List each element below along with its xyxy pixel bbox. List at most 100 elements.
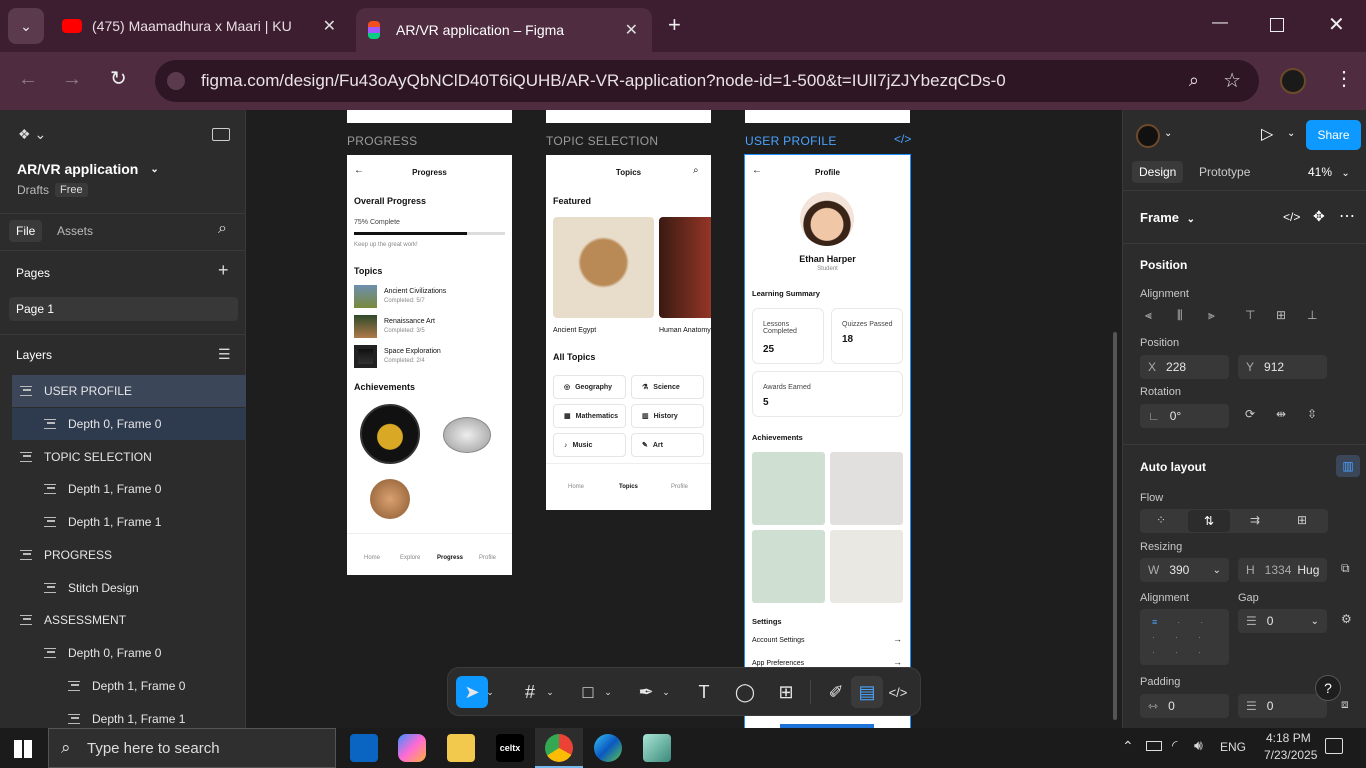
- profile-frame[interactable]: ← Profile Ethan Harper Student Learning …: [744, 154, 911, 728]
- language-indicator[interactable]: ENG: [1220, 740, 1246, 754]
- layer-user-profile[interactable]: USER PROFILE: [12, 375, 246, 407]
- frame-tool-icon[interactable]: #: [514, 676, 546, 708]
- clock-date[interactable]: 7/23/2025: [1264, 748, 1317, 762]
- app-icon[interactable]: [643, 734, 671, 762]
- file-explorer-icon[interactable]: [447, 734, 475, 762]
- rotate-icon[interactable]: ⟳: [1245, 407, 1255, 421]
- flip-vertical-icon[interactable]: ⇳: [1307, 407, 1317, 421]
- volume-icon[interactable]: 🔊︎: [1194, 737, 1203, 754]
- collapse-layers-icon[interactable]: ☰: [218, 346, 231, 363]
- pen-tool-icon[interactable]: ✒: [630, 676, 662, 708]
- wifi-icon[interactable]: ◜: [1172, 737, 1177, 754]
- topics-frame[interactable]: Topics ⌕ Featured Ancient Egypt Human An…: [546, 155, 711, 510]
- layer-stitch-design[interactable]: Stitch Design: [0, 572, 246, 604]
- share-button[interactable]: Share: [1306, 120, 1361, 150]
- rectangle-tool-icon[interactable]: □: [572, 676, 604, 708]
- flow-vertical-icon[interactable]: ⇅: [1188, 510, 1230, 532]
- layer-assessment[interactable]: ASSESSMENT: [0, 604, 246, 636]
- align-top-icon[interactable]: ⊤: [1245, 308, 1255, 322]
- layer-progress[interactable]: PROGRESS: [0, 539, 246, 571]
- chevron-down-icon[interactable]: ⌄: [544, 676, 556, 708]
- align-left-icon[interactable]: ⫷: [1145, 308, 1152, 323]
- progress-frame[interactable]: ← Progress Overall Progress 75% Complete…: [347, 155, 512, 575]
- tab-prototype[interactable]: Prototype: [1199, 165, 1250, 179]
- restore-button[interactable]: [1270, 18, 1284, 32]
- draw-mode-icon[interactable]: ✐: [820, 676, 852, 708]
- page-item[interactable]: Page 1: [9, 297, 238, 321]
- text-tool-icon[interactable]: T: [688, 676, 720, 708]
- design-mode-icon[interactable]: ▤: [851, 676, 883, 708]
- close-icon[interactable]: ✕: [323, 16, 336, 36]
- gap-field[interactable]: ☰ 0 ⌄: [1238, 609, 1327, 633]
- zoom-icon[interactable]: ⌕: [1189, 70, 1199, 91]
- height-field[interactable]: H 1334 Hug: [1238, 558, 1327, 582]
- site-info-icon[interactable]: [167, 72, 185, 90]
- tab-file[interactable]: File: [9, 220, 43, 242]
- align-middle-icon[interactable]: ⊞: [1276, 308, 1286, 322]
- flow-freeform-icon[interactable]: ⁘: [1156, 513, 1166, 527]
- constraints-icon[interactable]: ⧉: [1341, 561, 1350, 576]
- rotation-field[interactable]: ∟ 0°: [1140, 404, 1229, 428]
- autolayout-toggle-icon[interactable]: ▥: [1336, 455, 1360, 477]
- y-field[interactable]: Y 912: [1238, 355, 1327, 379]
- dev-mode-icon[interactable]: </>: [882, 676, 914, 708]
- tab-figma[interactable]: AR/VR application – Figma ✕: [356, 8, 652, 52]
- tab-youtube[interactable]: (475) Maamadhura x Maari | KU ✕: [50, 8, 350, 44]
- padding-v-field[interactable]: ☰ 0: [1238, 694, 1327, 718]
- width-field[interactable]: W 390 ⌄: [1140, 558, 1229, 582]
- layer-topic-selection[interactable]: TOPIC SELECTION: [0, 441, 246, 473]
- chevron-down-icon[interactable]: ⌄: [602, 676, 614, 708]
- tab-list-button[interactable]: ⌄: [8, 8, 44, 44]
- tray-chevron-icon[interactable]: ⌃: [1122, 738, 1134, 755]
- url-field[interactable]: figma.com/design/Fu43oAyQbNClD40T6iQUHB/…: [155, 60, 1259, 102]
- code-icon[interactable]: </>: [1283, 210, 1300, 224]
- frame-label[interactable]: PROGRESS: [347, 134, 417, 148]
- layer-depth1-frame0[interactable]: Depth 1, Frame 0: [0, 670, 246, 702]
- individual-padding-icon[interactable]: ⧈: [1341, 697, 1349, 712]
- reload-icon[interactable]: ↻: [110, 66, 127, 91]
- back-icon[interactable]: ←: [18, 68, 38, 91]
- actions-icon[interactable]: ⊞: [770, 676, 802, 708]
- canvas[interactable]: PROGRESS ← Progress Overall Progress 75%…: [246, 110, 1122, 728]
- layer-depth1-frame0[interactable]: Depth 1, Frame 0: [0, 473, 246, 505]
- file-name[interactable]: AR/VR application ⌄: [17, 161, 159, 177]
- layer-depth1-frame1[interactable]: Depth 1, Frame 1: [0, 506, 246, 538]
- avatar[interactable]: [1280, 68, 1306, 94]
- windows-start-icon[interactable]: [14, 740, 32, 758]
- close-window-button[interactable]: ✕: [1328, 12, 1345, 37]
- close-icon[interactable]: ✕: [625, 20, 638, 40]
- flip-horizontal-icon[interactable]: ⇹: [1276, 407, 1286, 421]
- x-field[interactable]: X 228: [1140, 355, 1229, 379]
- toggle-sidebar-icon[interactable]: [212, 128, 230, 141]
- zoom-level[interactable]: 41% ⌄: [1308, 165, 1350, 179]
- notifications-icon[interactable]: [1325, 738, 1343, 754]
- new-tab-button[interactable]: +: [668, 12, 681, 38]
- layer-depth0-frame0[interactable]: Depth 0, Frame 0: [0, 637, 246, 669]
- help-icon[interactable]: ?: [1315, 675, 1341, 701]
- tab-assets[interactable]: Assets: [57, 224, 93, 238]
- frame-selector[interactable]: Frame ⌄: [1140, 210, 1195, 225]
- chevron-down-icon[interactable]: ⌄: [1164, 128, 1172, 139]
- align-center-icon[interactable]: ⫼: [1177, 308, 1183, 323]
- chevron-down-icon[interactable]: ⌄: [1287, 128, 1295, 139]
- taskbar-search[interactable]: ⌕ Type here to search: [48, 728, 336, 768]
- clock-time[interactable]: 4:18 PM: [1266, 731, 1311, 745]
- bookmark-star-icon[interactable]: ☆: [1223, 68, 1241, 93]
- alignment-grid[interactable]: ≡·· ··· ···: [1140, 609, 1229, 665]
- padding-h-field[interactable]: ⇿ 0: [1140, 694, 1229, 718]
- add-page-icon[interactable]: +: [218, 260, 229, 281]
- tab-design[interactable]: Design: [1132, 161, 1184, 183]
- autolayout-settings-icon[interactable]: ⚙: [1341, 612, 1352, 626]
- forward-icon[interactable]: →: [62, 68, 82, 91]
- canvas-scrollbar[interactable]: [1113, 332, 1117, 720]
- celtx-icon[interactable]: celtx: [496, 734, 524, 762]
- align-right-icon[interactable]: ⫸: [1208, 308, 1215, 323]
- frame-label[interactable]: TOPIC SELECTION: [546, 134, 658, 148]
- present-icon[interactable]: ▷: [1261, 124, 1273, 144]
- code-icon[interactable]: </>: [894, 132, 911, 146]
- avatar[interactable]: [1136, 124, 1160, 148]
- chevron-down-icon[interactable]: ⌄: [484, 676, 496, 708]
- chevron-down-icon[interactable]: ⌄: [660, 676, 672, 708]
- flow-horizontal-icon[interactable]: ⇉: [1250, 513, 1260, 527]
- align-bottom-icon[interactable]: ⊥: [1307, 308, 1317, 322]
